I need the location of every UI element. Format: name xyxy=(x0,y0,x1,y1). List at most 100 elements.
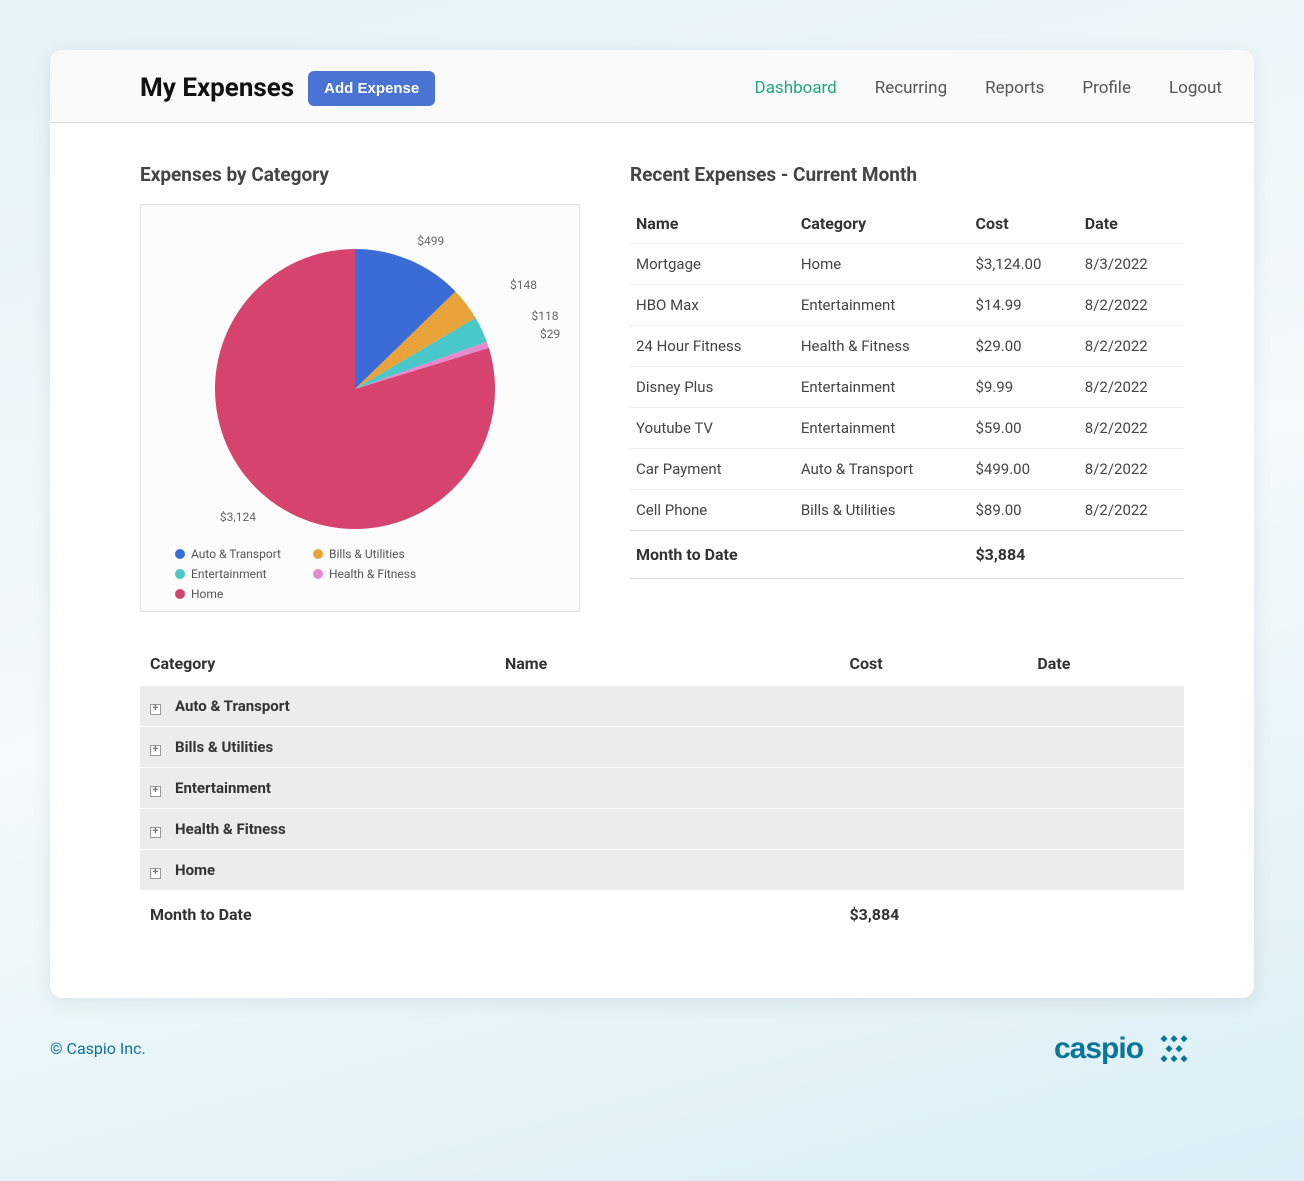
group-label: Home xyxy=(175,861,215,879)
group-row[interactable]: + Auto & Transport xyxy=(140,686,1184,727)
app-title: My Expenses xyxy=(140,73,294,103)
legend-swatch xyxy=(313,569,323,579)
content-area: Expenses by Category $499$148$118$29$3,1… xyxy=(50,123,1254,998)
expand-icon[interactable]: + xyxy=(150,827,161,838)
recent-table: Name Category Cost Date MortgageHome$3,1… xyxy=(630,204,1184,579)
cell-cost: $3,124.00 xyxy=(969,244,1078,285)
expand-icon[interactable]: + xyxy=(150,745,161,756)
cell-name: Cell Phone xyxy=(630,490,795,531)
cell-name: 24 Hour Fitness xyxy=(630,326,795,367)
grouped-col-name: Name xyxy=(495,642,840,686)
main-nav: Dashboard Recurring Reports Profile Logo… xyxy=(753,70,1224,106)
cell-category: Entertainment xyxy=(795,285,970,326)
copyright: © Caspio Inc. xyxy=(50,1039,146,1058)
nav-reports[interactable]: Reports xyxy=(983,70,1046,106)
expenses-by-category-panel: Expenses by Category $499$148$118$29$3,1… xyxy=(140,163,580,612)
cell-category: Entertainment xyxy=(795,408,970,449)
cell-date: 8/3/2022 xyxy=(1079,244,1184,285)
cell-cost: $59.00 xyxy=(969,408,1078,449)
group-row[interactable]: + Health & Fitness xyxy=(140,809,1184,850)
group-row[interactable]: + Entertainment xyxy=(140,768,1184,809)
grouped-col-category: Category xyxy=(140,642,495,686)
table-row[interactable]: Car PaymentAuto & Transport$499.008/2/20… xyxy=(630,449,1184,490)
legend-label: Auto & Transport xyxy=(191,547,281,561)
recent-footer-total: $3,884 xyxy=(969,531,1078,579)
nav-dashboard[interactable]: Dashboard xyxy=(753,70,839,106)
cell-name: Youtube TV xyxy=(630,408,795,449)
expand-icon[interactable]: + xyxy=(150,786,161,797)
grouped-footer-label: Month to Date xyxy=(140,891,839,939)
logo-text: caspio xyxy=(1054,1032,1144,1065)
legend-swatch xyxy=(313,549,323,559)
recent-footer-label: Month to Date xyxy=(630,531,969,579)
page-footer: © Caspio Inc. caspio xyxy=(50,998,1254,1078)
legend-swatch xyxy=(175,589,185,599)
cell-cost: $9.99 xyxy=(969,367,1078,408)
expand-icon[interactable]: + xyxy=(150,868,161,879)
cell-cost: $499.00 xyxy=(969,449,1078,490)
group-label: Entertainment xyxy=(175,779,271,797)
grouped-footer-total: $3,884 xyxy=(839,891,1027,939)
nav-logout[interactable]: Logout xyxy=(1167,70,1224,106)
pie-value-label: $3,124 xyxy=(220,510,256,524)
pie-svg xyxy=(155,219,555,539)
legend-label: Home xyxy=(191,587,223,601)
cell-cost: $14.99 xyxy=(969,285,1078,326)
cell-date: 8/2/2022 xyxy=(1079,490,1184,531)
recent-title: Recent Expenses - Current Month xyxy=(630,163,1184,186)
pie-legend: Auto & Transport Bills & Utilities Enterta… xyxy=(155,539,565,603)
cell-name: HBO Max xyxy=(630,285,795,326)
recent-col-cost: Cost xyxy=(969,204,1078,244)
group-row[interactable]: + Home xyxy=(140,850,1184,891)
table-row[interactable]: Disney PlusEntertainment$9.998/2/2022 xyxy=(630,367,1184,408)
cell-date: 8/2/2022 xyxy=(1079,408,1184,449)
pie-title: Expenses by Category xyxy=(140,163,580,186)
pie-value-label: $29 xyxy=(540,327,560,341)
app-card: My Expenses Add Expense Dashboard Recurr… xyxy=(50,50,1254,998)
cell-date: 8/2/2022 xyxy=(1079,285,1184,326)
brand-wrap: My Expenses Add Expense xyxy=(140,71,435,106)
grouped-col-date: Date xyxy=(1027,642,1184,686)
cell-name: Car Payment xyxy=(630,449,795,490)
pie-value-label: $148 xyxy=(510,278,537,292)
legend-item[interactable]: Auto & Transport xyxy=(175,547,295,561)
table-row[interactable]: 24 Hour FitnessHealth & Fitness$29.008/2… xyxy=(630,326,1184,367)
grouped-table: Category Name Cost Date +Auto & Transpor… xyxy=(140,642,1184,938)
group-label: Auto & Transport xyxy=(175,697,290,715)
table-row[interactable]: Cell PhoneBills & Utilities$89.008/2/202… xyxy=(630,490,1184,531)
nav-profile[interactable]: Profile xyxy=(1080,70,1133,106)
pie-chart: $499$148$118$29$3,124 xyxy=(155,219,555,539)
group-label: Bills & Utilities xyxy=(175,738,273,756)
table-row[interactable]: MortgageHome$3,124.008/3/2022 xyxy=(630,244,1184,285)
pie-value-label: $499 xyxy=(417,234,444,248)
table-row[interactable]: HBO MaxEntertainment$14.998/2/2022 xyxy=(630,285,1184,326)
caspio-logo: caspio xyxy=(1054,1028,1204,1068)
cell-category: Bills & Utilities xyxy=(795,490,970,531)
legend-swatch xyxy=(175,569,185,579)
cell-name: Mortgage xyxy=(630,244,795,285)
group-row[interactable]: + Bills & Utilities xyxy=(140,727,1184,768)
table-row[interactable]: Youtube TVEntertainment$59.008/2/2022 xyxy=(630,408,1184,449)
legend-item[interactable]: Bills & Utilities xyxy=(313,547,433,561)
recent-col-name: Name xyxy=(630,204,795,244)
nav-recurring[interactable]: Recurring xyxy=(873,70,949,106)
cell-name: Disney Plus xyxy=(630,367,795,408)
cell-cost: $29.00 xyxy=(969,326,1078,367)
legend-item[interactable]: Health & Fitness xyxy=(313,567,433,581)
cell-cost: $89.00 xyxy=(969,490,1078,531)
expand-icon[interactable]: + xyxy=(150,704,161,715)
cell-category: Auto & Transport xyxy=(795,449,970,490)
topbar: My Expenses Add Expense Dashboard Recurr… xyxy=(50,50,1254,123)
cell-category: Health & Fitness xyxy=(795,326,970,367)
legend-swatch xyxy=(175,549,185,559)
add-expense-button[interactable]: Add Expense xyxy=(308,71,435,106)
legend-label: Health & Fitness xyxy=(329,567,416,581)
legend-item[interactable]: Entertainment xyxy=(175,567,295,581)
group-label: Health & Fitness xyxy=(175,820,286,838)
cell-date: 8/2/2022 xyxy=(1079,449,1184,490)
cell-category: Home xyxy=(795,244,970,285)
legend-label: Entertainment xyxy=(191,567,267,581)
cell-date: 8/2/2022 xyxy=(1079,367,1184,408)
recent-col-category: Category xyxy=(795,204,970,244)
legend-item[interactable]: Home xyxy=(175,587,295,601)
